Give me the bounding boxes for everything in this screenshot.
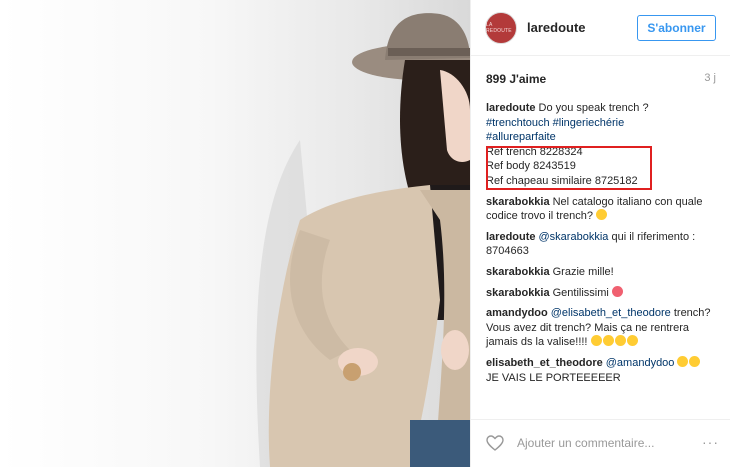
comment-mention[interactable]: @elisabeth_et_theodore [551,307,671,319]
emoji-icon [590,335,602,347]
follow-button[interactable]: S'abonner [637,15,716,41]
comment: elisabeth_et_theodore @amandydoo JE VAIS … [486,355,716,385]
hashtag[interactable]: #allureparfaite [486,131,556,143]
post-photo[interactable] [0,0,470,467]
hashtag[interactable]: #lingeriechérie [553,117,625,129]
photo-illustration [256,13,470,467]
highlight-box [486,146,652,190]
emoji-icon [677,355,689,367]
comment-user[interactable]: skarabokkia [486,196,550,208]
heart-eyes-emoji-icon [611,285,623,297]
emoji-icon [596,209,608,221]
post-username[interactable]: laredoute [527,20,586,35]
post-header: LA REDOUTE laredoute S'abonner [471,0,730,56]
comment: skarabokkia Grazie mille! [486,265,716,280]
comment-list: laredoute Do you speak trench ? #trenchto… [486,101,716,391]
avatar-text: LA REDOUTE [486,22,512,34]
comment-user[interactable]: skarabokkia [486,266,550,278]
comment-user[interactable]: skarabokkia [486,287,550,299]
comment-user[interactable]: laredoute [486,231,536,243]
comment-text: JE VAIS LE PORTEEEEER [486,371,621,384]
comment-text: Gentilissimi [552,286,609,299]
avatar[interactable]: LA REDOUTE [485,12,517,44]
heart-icon[interactable] [486,435,504,451]
emoji-icon [689,355,701,367]
comment: laredoute @skarabokkia qui il riferimento… [486,230,716,259]
hashtag[interactable]: #trenchtouch [486,117,550,129]
comment-mention[interactable]: @amandydoo [606,357,675,369]
post-sidebar: LA REDOUTE laredoute S'abonner 899 J'aim… [470,0,730,467]
comment-text: Grazie mille! [552,265,614,278]
caption-text: Do you speak trench ? [538,102,649,114]
post-time[interactable]: 3 j [704,72,716,84]
comment-user[interactable]: elisabeth_et_theodore [486,357,603,369]
comment: amandydoo @elisabeth_et_theodore trench? … [486,306,716,350]
comment-mention[interactable]: @skarabokkia [539,231,609,243]
emoji-icon [626,335,638,347]
comment-user[interactable]: amandydoo [486,307,548,319]
like-count[interactable]: 899 J'aime [486,72,546,86]
comment: skarabokkia Nel catalogo italiano con qua… [486,195,716,224]
comment-footer: Ajouter un commentaire... ··· [471,419,730,467]
emoji-icon [602,335,614,347]
more-options-icon[interactable]: ··· [702,434,719,450]
emoji-icon [614,335,626,347]
add-comment-input[interactable]: Ajouter un commentaire... [517,436,654,450]
caption-user[interactable]: laredoute [486,102,536,114]
comment: skarabokkia Gentilissimi [486,285,716,301]
